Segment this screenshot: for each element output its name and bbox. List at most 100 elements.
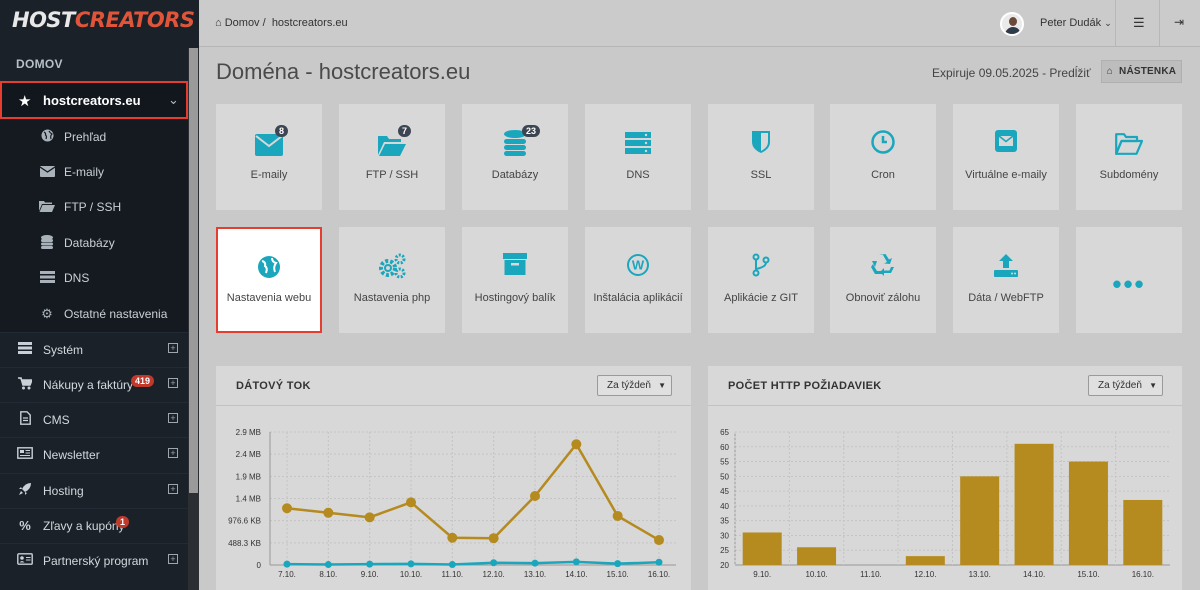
period-select[interactable]: Za týždeň ▼ xyxy=(1088,375,1163,396)
data-point xyxy=(448,561,456,569)
dashboard-button[interactable]: ⌂ NÁSTENKA xyxy=(1101,60,1182,83)
sidebar-item-cms[interactable]: CMS + xyxy=(0,402,188,436)
sidebar-subitem-ostatne[interactable]: ⚙ Ostatné nastavenia xyxy=(38,304,167,324)
y-tick-label: 30 xyxy=(720,531,729,540)
sidebar-subitem-dns[interactable]: DNS xyxy=(38,268,89,288)
panel-header: POČET HTTP POŽIADAVIEK Za týždeň ▼ xyxy=(708,366,1182,406)
tile-nastavenia-webu[interactable]: Nastavenia webu xyxy=(216,227,322,333)
bar xyxy=(797,547,837,565)
server-icon xyxy=(585,130,691,160)
topbar: ⌂ Domov / hostcreators.eu Peter Dudák ⌄ … xyxy=(199,0,1200,47)
logo[interactable]: HOSTCREATORS xyxy=(12,8,195,38)
data-point xyxy=(530,490,540,501)
sidebar-item-system[interactable]: Systém + xyxy=(0,332,188,366)
avatar[interactable] xyxy=(1000,12,1024,36)
y-tick-label: 25 xyxy=(720,546,729,555)
tile-ssl[interactable]: SSL xyxy=(708,104,814,210)
data-point xyxy=(406,497,416,508)
expand-plus-icon[interactable]: + xyxy=(168,413,178,423)
tile-aplikacie-git[interactable]: Aplikácie z GIT xyxy=(708,227,814,333)
sidebar-subitem-label: Prehľad xyxy=(64,130,107,144)
tile-data-webftp[interactable]: Dáta / WebFTP xyxy=(953,227,1059,333)
breadcrumb-home-link[interactable]: Domov xyxy=(225,17,260,29)
tile-hostingovy-balik[interactable]: Hostingový balík xyxy=(462,227,568,333)
sidebar-item-active-domain[interactable]: ★ hostcreators.eu ⌄ xyxy=(0,81,188,119)
logout-icon[interactable]: ⇥ xyxy=(1174,15,1184,29)
sidebar-subitem-ftp[interactable]: FTP / SSH xyxy=(38,197,121,217)
tile-label: Nastavenia webu xyxy=(226,292,312,304)
tile-ftp-ssh[interactable]: 7 FTP / SSH xyxy=(339,104,445,210)
data-point xyxy=(654,535,664,546)
data-point xyxy=(531,559,539,567)
sidebar-subitem-label: E-maily xyxy=(64,165,105,179)
sidebar-item-label: Nákupy a faktúry xyxy=(43,377,134,392)
panel-datovy-tok: DÁTOVÝ TOK Za týždeň ▼ 0 488.3 KB 976.6 KB 1… xyxy=(216,366,691,590)
bar xyxy=(1068,461,1108,565)
y-tick-label: 20 xyxy=(720,561,729,570)
tile-more[interactable]: ••• xyxy=(1076,227,1182,333)
scrollbar-thumb[interactable] xyxy=(189,48,198,493)
breadcrumb-current: hostcreators.eu xyxy=(271,17,348,29)
cart-icon xyxy=(17,376,34,393)
x-tick-label: 7.10. xyxy=(278,570,296,579)
sidebar-item-label: Hosting xyxy=(43,483,84,498)
tile-subdomeny[interactable]: Subdomény xyxy=(1076,104,1182,210)
sidebar-subitem-databazy[interactable]: Databázy xyxy=(38,233,115,253)
sidebar-item-partner[interactable]: Partnerský program + xyxy=(0,543,188,577)
tile-obnovit-zalohu[interactable]: Obnoviť zálohu xyxy=(830,227,936,333)
y-tick-label: 55 xyxy=(720,458,729,467)
expiration-text[interactable]: Expiruje 09.05.2025 - Predĺžiť xyxy=(932,66,1091,80)
sidebar-item-nakupy[interactable]: Nákupy a faktúry 419 + xyxy=(0,367,188,401)
tile-label: Subdomény xyxy=(1099,169,1159,181)
expand-plus-icon[interactable]: + xyxy=(168,448,178,458)
hamburger-menu-icon[interactable]: ☰ xyxy=(1133,15,1145,31)
tile-instalacia-aplikacii[interactable]: W Inštalácia aplikácií xyxy=(585,227,691,333)
expand-plus-icon[interactable]: + xyxy=(168,554,178,564)
y-tick-label: 2.4 MB xyxy=(236,450,261,459)
tile-label: Dáta / WebFTP xyxy=(968,292,1044,304)
tile-databazy[interactable]: 23 Databázy xyxy=(462,104,568,210)
y-tick-label: 2.9 MB xyxy=(236,428,261,437)
tile-emaily[interactable]: 8 E-maily xyxy=(216,104,322,210)
sidebar-subitem-prehlad[interactable]: Prehľad xyxy=(38,127,106,147)
data-point xyxy=(324,561,332,569)
sidebar-item-hosting[interactable]: Hosting + xyxy=(0,473,188,507)
period-select[interactable]: Za týždeň ▼ xyxy=(597,375,672,396)
sidebar-subitem-emaily[interactable]: E-maily xyxy=(38,162,104,182)
svg-text:W: W xyxy=(632,258,645,273)
x-tick-label: 8.10. xyxy=(319,570,337,579)
tile-label: Hostingový balík xyxy=(474,292,556,304)
tile-label: E-maily xyxy=(250,169,288,181)
sidebar: HOSTCREATORS DOMOV ★ hostcreators.eu ⌄ P… xyxy=(0,0,199,590)
tile-virtualne-emaily[interactable]: Virtuálne e-maily xyxy=(953,104,1059,210)
x-tick-label: 11.10. xyxy=(442,570,464,579)
chevron-down-icon[interactable]: ⌄ xyxy=(168,92,179,108)
expand-plus-icon[interactable]: + xyxy=(168,484,178,494)
globe-icon xyxy=(38,129,56,145)
tile-label: Aplikácie z GIT xyxy=(724,292,798,304)
sidebar-item-newsletter[interactable]: Newsletter + xyxy=(0,437,188,471)
expand-plus-icon[interactable]: + xyxy=(168,343,178,353)
sidebar-subitem-label: FTP / SSH xyxy=(64,200,122,214)
data-point xyxy=(612,510,623,521)
data-point xyxy=(366,560,374,568)
x-tick-label: 15.10. xyxy=(607,570,629,579)
id-card-icon xyxy=(17,553,33,568)
tile-label: Inštalácia aplikácií xyxy=(593,292,683,304)
series-line xyxy=(286,560,660,566)
tile-badge: 8 xyxy=(275,125,289,137)
tile-cron[interactable]: Cron xyxy=(830,104,936,210)
tile-nastavenia-php[interactable]: Nastavenia php xyxy=(339,227,445,333)
expand-plus-icon[interactable]: + xyxy=(168,378,178,388)
y-tick-label: 65 xyxy=(720,428,729,437)
sidebar-item-zlavy[interactable]: % Zľavy a kupóny 1 xyxy=(0,508,188,542)
tile-dns[interactable]: DNS xyxy=(585,104,691,210)
user-menu[interactable]: Peter Dudák ⌄ xyxy=(1040,17,1112,29)
sidebar-item-label: Zľavy a kupóny xyxy=(43,518,125,533)
data-point xyxy=(364,512,375,523)
panel-title: POČET HTTP POŽIADAVIEK xyxy=(728,380,882,392)
sidebar-item-label: Newsletter xyxy=(43,447,100,462)
sidebar-scrollbar[interactable] xyxy=(188,48,199,590)
line-chart: 0 488.3 KB 976.6 KB 1.4 MB 1.9 MB 2.4 MB 2.9 M… xyxy=(228,428,676,579)
x-tick-label: 12.10. xyxy=(914,570,936,579)
